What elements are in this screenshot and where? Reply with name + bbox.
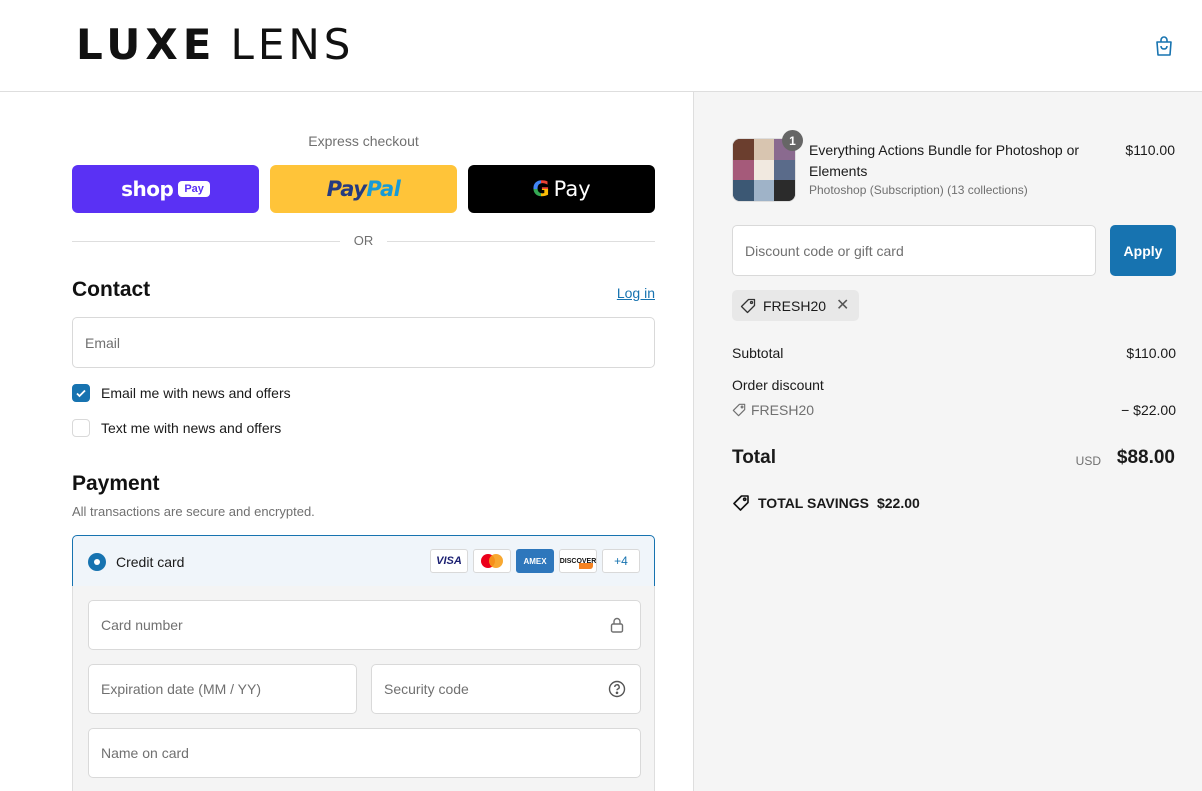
google-g-icon: G: [532, 177, 550, 201]
discount-code-field[interactable]: [732, 225, 1096, 276]
product-price: $110.00: [1125, 142, 1175, 158]
apply-discount-button[interactable]: Apply: [1110, 225, 1176, 276]
discover-icon: DISCOVER: [559, 549, 597, 573]
paypal-button[interactable]: PayPal: [270, 165, 457, 213]
security-code-field[interactable]: [371, 664, 641, 714]
or-text: OR: [353, 233, 374, 248]
subtotal-label: Subtotal: [732, 345, 784, 361]
order-discount-label: Order discount: [732, 377, 824, 393]
logo-word-bold: LUXE: [76, 20, 217, 69]
expiration-date-input[interactable]: [89, 665, 356, 713]
card-number-field[interactable]: [88, 600, 641, 650]
total-savings: TOTAL SAVINGS $22.00: [732, 494, 920, 512]
amex-icon: AMEX: [516, 549, 554, 573]
applied-discount-chip: FRESH20 ✕: [732, 290, 860, 321]
total-savings-label: TOTAL SAVINGS: [758, 495, 869, 511]
help-circle-icon[interactable]: [608, 680, 626, 698]
credit-card-radio[interactable]: [88, 553, 106, 571]
shop-pay-wordmark: shop: [121, 177, 174, 201]
email-news-checkbox[interactable]: [72, 384, 90, 402]
total-label: Total: [732, 447, 776, 468]
discount-value: − $22.00: [1121, 402, 1176, 418]
remove-discount-icon[interactable]: ✕: [836, 297, 849, 313]
discount-code-text: FRESH20: [751, 402, 815, 418]
security-code-input[interactable]: [372, 665, 640, 713]
or-divider: OR: [72, 232, 655, 250]
paypal-wordmark: PayPal: [326, 177, 401, 201]
checkout-form: Express checkout shop Pay PayPal G Pay OR…: [0, 92, 693, 791]
discount-code-row: FRESH20 − $22.00: [732, 402, 1176, 418]
subtotal-value: $110.00: [1126, 345, 1176, 361]
total-savings-value: $22.00: [876, 495, 920, 511]
store-logo[interactable]: LUXE LENS: [76, 22, 354, 68]
payment-security-note: All transactions are secure and encrypte…: [72, 504, 315, 519]
divider-line: [387, 241, 655, 242]
expiration-date-field[interactable]: [88, 664, 357, 714]
credit-card-form: [72, 586, 655, 791]
logo-word-light: LENS: [230, 20, 355, 69]
site-header: LUXE LENS: [0, 0, 1202, 92]
sms-news-label: Text me with news and offers: [101, 420, 282, 436]
product-title: Everything Actions Bundle for Photoshop …: [809, 142, 1080, 179]
shopping-bag-icon[interactable]: [1152, 34, 1176, 58]
express-checkout-label: Express checkout: [308, 133, 419, 149]
product-variant: Photoshop (Subscription) (13 collections…: [809, 183, 1028, 197]
tag-icon: [740, 298, 756, 313]
checkmark-icon: [76, 389, 86, 398]
google-pay-button[interactable]: G Pay: [468, 165, 655, 213]
credit-card-option[interactable]: Credit card VISA AMEX DISCOVER +4: [72, 535, 655, 587]
lock-icon: [610, 617, 624, 633]
visa-icon: VISA: [430, 549, 468, 573]
shop-pay-badge: Pay: [178, 181, 210, 197]
savings-tag-icon: [733, 495, 749, 511]
name-on-card-field[interactable]: [88, 728, 641, 778]
login-link[interactable]: Log in: [580, 285, 655, 301]
total-amount: $88.00: [1116, 447, 1175, 468]
email-input[interactable]: [73, 318, 654, 367]
google-pay-wordmark: G Pay: [532, 177, 591, 201]
subtotal-row: Subtotal $110.00: [732, 345, 1176, 361]
order-discount-row: Order discount: [732, 377, 1176, 393]
mastercard-icon: [473, 549, 511, 573]
total-currency: USD: [1075, 454, 1101, 468]
email-field[interactable]: [72, 317, 655, 368]
tag-icon: [732, 403, 746, 417]
more-cards-badge[interactable]: +4: [602, 549, 640, 573]
order-summary: 1 Everything Actions Bundle for Photosho…: [693, 92, 1202, 791]
discount-code-input[interactable]: [733, 226, 1095, 275]
quantity-badge: 1: [782, 130, 803, 151]
card-brand-logos: VISA AMEX DISCOVER +4: [430, 549, 640, 573]
name-on-card-input[interactable]: [89, 729, 640, 777]
shop-pay-button[interactable]: shop Pay: [72, 165, 259, 213]
credit-card-label: Credit card: [116, 554, 185, 570]
sms-news-checkbox-row[interactable]: Text me with news and offers: [72, 419, 281, 437]
divider-line: [72, 241, 340, 242]
sms-news-checkbox[interactable]: [72, 419, 90, 437]
email-news-checkbox-row[interactable]: Email me with news and offers: [72, 384, 291, 402]
card-number-input[interactable]: [89, 601, 640, 649]
contact-heading: Contact: [72, 278, 151, 301]
applied-code-text: FRESH20: [763, 297, 827, 314]
payment-heading: Payment: [72, 472, 160, 495]
email-news-label: Email me with news and offers: [101, 385, 291, 401]
